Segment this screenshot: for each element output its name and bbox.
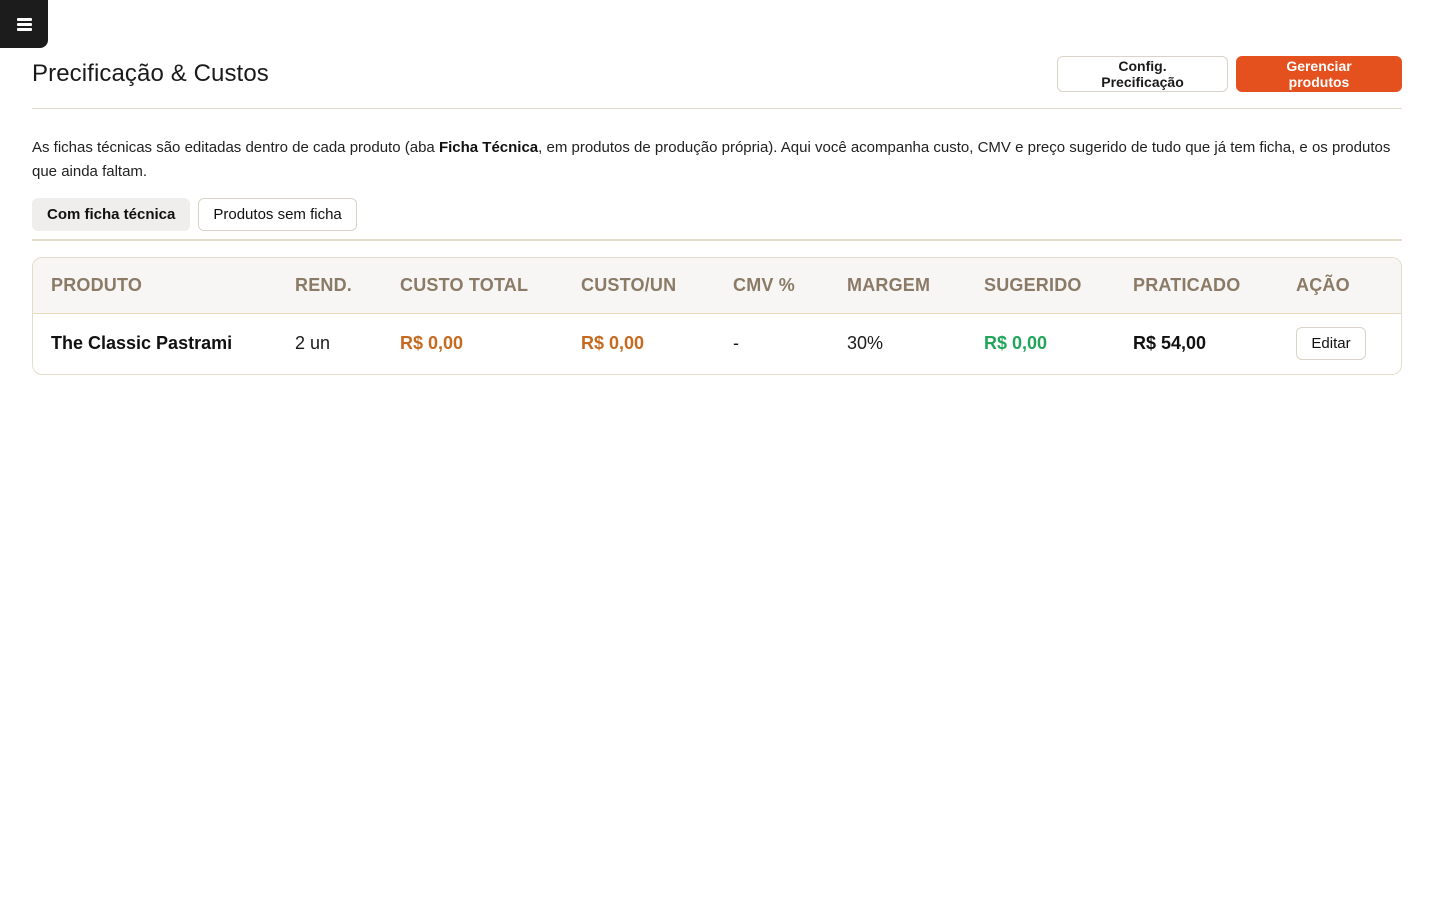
- column-header-custo-total: CUSTO TOTAL: [400, 274, 529, 295]
- column-header-margem: MARGEM: [847, 274, 931, 295]
- column-header-sugerido: SUGERIDO: [984, 274, 1082, 295]
- config-pricing-button[interactable]: Config. Precificação: [1057, 56, 1228, 92]
- menu-toggle-button[interactable]: [0, 0, 48, 48]
- column-header-produto: PRODUTO: [51, 274, 143, 295]
- description-text-1: As fichas técnicas são editadas dentro d…: [32, 139, 439, 156]
- column-header-acao: AÇÃO: [1296, 274, 1350, 295]
- tabs-divider: [32, 239, 1402, 241]
- tab-bar: Com ficha técnica Produtos sem ficha: [32, 198, 1402, 231]
- edit-button[interactable]: Editar: [1296, 327, 1366, 361]
- cell-produto: The Classic Pastrami: [51, 333, 233, 354]
- page-content: Precificação & Custos Config. Precificaç…: [32, 56, 1402, 375]
- cell-custo-un: R$ 0,00: [581, 333, 645, 354]
- page-header: Precificação & Custos Config. Precificaç…: [32, 56, 1402, 92]
- manage-products-button[interactable]: Gerenciar produtos: [1236, 56, 1402, 92]
- cell-sugerido: R$ 0,00: [984, 333, 1048, 354]
- tab-without-recipe-sheet[interactable]: Produtos sem ficha: [198, 198, 357, 231]
- header-divider: [32, 108, 1402, 109]
- column-header-praticado: PRATICADO: [1133, 274, 1241, 295]
- products-table: PRODUTO REND. CUSTO TOTAL CUSTO/UN CMV %…: [33, 258, 1401, 374]
- description-bold: Ficha Técnica: [438, 139, 539, 156]
- cell-custo-total: R$ 0,00: [400, 333, 464, 354]
- cell-praticado: R$ 54,00: [1133, 333, 1207, 354]
- hamburger-menu-icon: [16, 17, 32, 31]
- table-row: The Classic Pastrami 2 un R$ 0,00 R$ 0,0…: [33, 313, 1401, 374]
- cell-margem: 30%: [847, 333, 884, 354]
- column-header-rend: REND.: [295, 274, 353, 295]
- column-header-custo-un: CUSTO/UN: [581, 274, 677, 295]
- page-description: As fichas técnicas são editadas dentro d…: [32, 136, 1402, 184]
- cell-acao: Editar: [1278, 313, 1401, 374]
- cell-rend: 2 un: [295, 333, 331, 354]
- page-title: Precificação & Custos: [32, 60, 269, 87]
- column-header-cmv: CMV %: [733, 274, 796, 295]
- table-header-row: PRODUTO REND. CUSTO TOTAL CUSTO/UN CMV %…: [33, 258, 1401, 313]
- products-table-card: PRODUTO REND. CUSTO TOTAL CUSTO/UN CMV %…: [32, 257, 1402, 375]
- header-actions: Config. Precificação Gerenciar produtos: [1057, 56, 1402, 92]
- cell-cmv: -: [733, 333, 739, 354]
- tab-with-recipe-sheet[interactable]: Com ficha técnica: [32, 198, 191, 231]
